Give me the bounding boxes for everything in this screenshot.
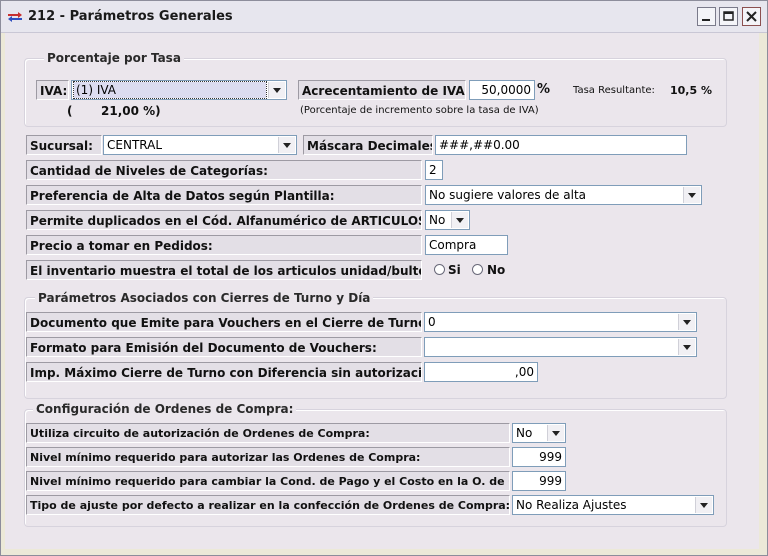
chevron-down-icon[interactable]: [451, 212, 468, 228]
radio-no[interactable]: [472, 264, 483, 275]
maximize-button[interactable]: [719, 7, 738, 26]
ordenes-group-title: Configuración de Ordenes de Compra:: [33, 402, 297, 416]
nivel-autorizar-input[interactable]: 999: [512, 447, 566, 467]
niveles-input[interactable]: 2: [425, 160, 443, 180]
acrecentamiento-input[interactable]: 50,0000: [469, 80, 535, 100]
sucursal-label: Sucursal:: [26, 135, 102, 155]
radio-si[interactable]: [434, 264, 445, 275]
form-body: Porcentaje por Tasa IVA: (1) IVA ( 21,00…: [5, 33, 759, 549]
nivel-cambiar-label: Nivel mínimo requerido para cambiar la C…: [26, 471, 510, 491]
preferencia-select-value: No sugiere valores de alta: [429, 188, 587, 202]
chevron-down-icon[interactable]: [278, 137, 295, 153]
tasa-resultante-label: Tasa Resultante:: [573, 85, 655, 96]
nivel-autorizar-label: Nivel mínimo requerido para autorizar la…: [26, 447, 510, 467]
chevron-down-icon[interactable]: [547, 425, 564, 441]
preferencia-label: Preferencia de Alta de Datos según Plant…: [26, 185, 422, 205]
chevron-down-icon[interactable]: [683, 187, 700, 203]
circuito-select[interactable]: No: [512, 423, 566, 443]
title-bar[interactable]: 212 - Parámetros Generales: [1, 1, 767, 33]
mascara-label: Máscara Decimales:: [303, 135, 433, 155]
porcentaje-group-title: Porcentaje por Tasa: [44, 51, 184, 65]
iva-percentage: 21,00 %): [101, 104, 161, 118]
chevron-down-icon[interactable]: [678, 314, 695, 330]
maximize-icon: [723, 11, 734, 21]
formato-label: Formato para Emisión del Documento de Vo…: [26, 337, 422, 357]
documento-select-value: 0: [428, 315, 436, 329]
inventario-label: El inventario muestra el total de los ar…: [26, 260, 422, 280]
duplicados-select[interactable]: No: [425, 210, 470, 230]
radio-si-label: Si: [448, 263, 461, 277]
minimize-button[interactable]: [697, 7, 716, 26]
importe-label: Imp. Máximo Cierre de Turno con Diferenc…: [26, 362, 422, 382]
mascara-input[interactable]: ###,##0.00: [435, 135, 687, 155]
ajuste-select[interactable]: No Realiza Ajustes: [512, 495, 714, 515]
documento-label: Documento que Emite para Vouchers en el …: [26, 312, 422, 332]
circuito-label: Utiliza circuito de autorización de Orde…: [26, 423, 510, 443]
acrecentamiento-note: (Porcentaje de incremento sobre la tasa …: [300, 105, 539, 116]
close-button[interactable]: [742, 7, 761, 26]
precio-label: Precio a tomar en Pedidos:: [26, 235, 422, 255]
documento-select[interactable]: 0: [424, 312, 697, 332]
iva-select-value: (1) IVA: [73, 81, 267, 99]
window-title: 212 - Parámetros Generales: [28, 9, 233, 24]
chevron-down-icon[interactable]: [268, 82, 285, 98]
close-icon: [746, 11, 757, 22]
ajuste-label: Tipo de ajuste por defecto a realizar en…: [26, 495, 510, 515]
app-icon: [8, 12, 22, 22]
nivel-cambiar-input[interactable]: 999: [512, 471, 566, 491]
minimize-icon: [702, 19, 710, 21]
radio-no-label: No: [487, 263, 506, 277]
formato-select[interactable]: [424, 337, 697, 357]
sucursal-select-value: CENTRAL: [107, 138, 163, 152]
acrecentamiento-unit: %: [537, 82, 551, 97]
chevron-down-icon[interactable]: [678, 339, 695, 355]
tasa-resultante-value: 10,5 %: [670, 84, 712, 97]
circuito-select-value: No: [516, 426, 533, 440]
preferencia-select[interactable]: No sugiere valores de alta: [425, 185, 702, 205]
iva-pct-open: (: [67, 104, 73, 118]
precio-input[interactable]: Compra: [425, 235, 508, 255]
duplicados-label: Permite duplicados en el Cód. Alfanuméri…: [26, 210, 422, 230]
cierres-group-title: Parámetros Asociados con Cierres de Turn…: [35, 291, 374, 305]
ajuste-select-value: No Realiza Ajustes: [516, 498, 627, 512]
chevron-down-icon[interactable]: [695, 497, 712, 513]
niveles-label: Cantidad de Niveles de Categorías:: [26, 160, 422, 180]
window: 212 - Parámetros Generales Porcentaje po…: [0, 0, 768, 556]
importe-input[interactable]: ,00: [424, 362, 538, 382]
sucursal-select[interactable]: CENTRAL: [103, 135, 297, 155]
acrecentamiento-label: Acrecentamiento de IVA:: [298, 80, 466, 100]
iva-label: IVA:: [36, 80, 69, 100]
duplicados-select-value: No: [429, 213, 446, 227]
iva-select[interactable]: (1) IVA: [71, 80, 287, 100]
